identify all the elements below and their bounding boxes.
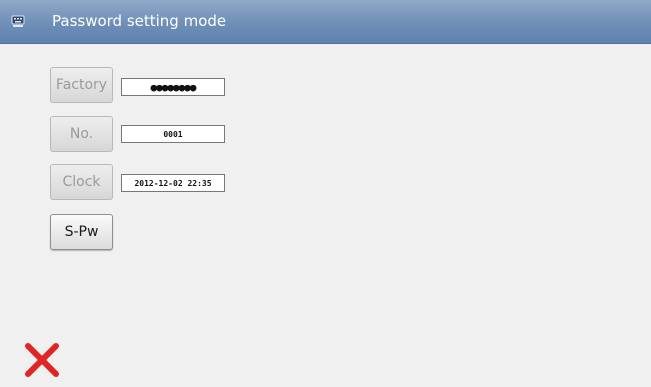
number-field[interactable]: 0001: [121, 125, 225, 143]
spw-button[interactable]: S-Pw: [50, 214, 113, 250]
clock-field[interactable]: 2012-12-02 22:35: [121, 174, 225, 192]
factory-password-field[interactable]: ●●●●●●●●: [121, 78, 225, 96]
close-x-icon: [25, 343, 59, 377]
number-button[interactable]: No.: [50, 116, 113, 152]
factory-button[interactable]: Factory: [50, 67, 113, 103]
keyboard-icon: [11, 15, 25, 27]
title-bar: Password setting mode: [0, 0, 651, 44]
window-title: Password setting mode: [52, 12, 227, 30]
clock-button[interactable]: Clock: [50, 164, 113, 200]
cancel-button[interactable]: [20, 338, 64, 382]
